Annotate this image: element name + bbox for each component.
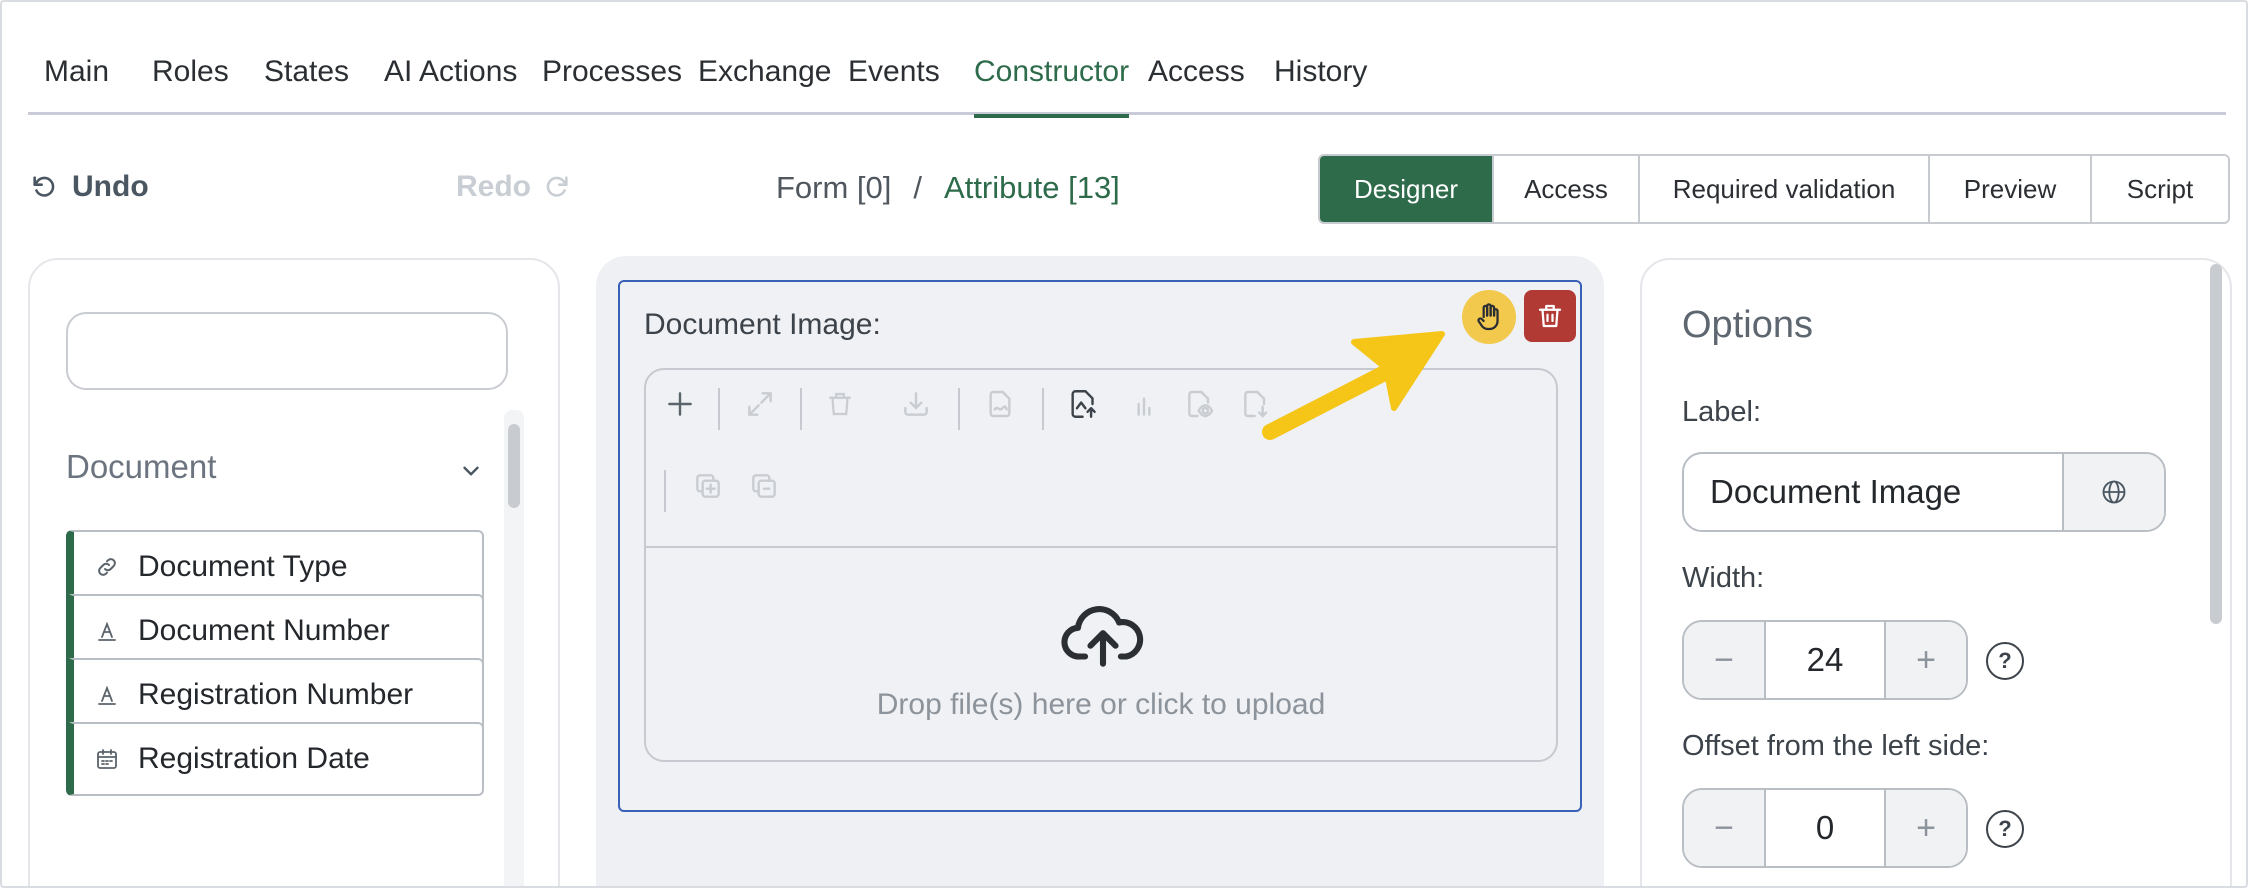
delete-file-icon[interactable]: [820, 384, 860, 424]
globe-icon: [2102, 480, 2126, 504]
width-caption: Width:: [1682, 562, 1765, 594]
mode-required-validation-button[interactable]: Required validation: [1640, 156, 1930, 222]
link-icon: [92, 552, 122, 582]
chevron-down-icon[interactable]: [458, 458, 484, 484]
components-search-input[interactable]: [66, 312, 508, 390]
expand-icon[interactable]: [740, 384, 780, 424]
text-icon: [92, 616, 122, 646]
width-stepper: − 24 +: [1682, 620, 1968, 700]
tab-states[interactable]: States: [264, 52, 349, 115]
mode-access-button[interactable]: Access: [1494, 156, 1640, 222]
drop-instructions: Drop file(s) here or click to upload: [876, 688, 1326, 721]
window: Main Roles States AI Actions Processes E…: [0, 0, 2248, 888]
offset-stepper: − 0 +: [1682, 788, 1968, 868]
tab-constructor[interactable]: Constructor: [974, 52, 1130, 118]
copy-link-icon[interactable]: [744, 466, 784, 506]
offset-input[interactable]: 0: [1764, 790, 1886, 866]
mode-preview-button[interactable]: Preview: [1930, 156, 2092, 222]
options-scrollbar-thumb[interactable]: [2210, 264, 2222, 624]
field-item-label: Registration Number: [138, 678, 414, 711]
field-item-document-number[interactable]: Document Number: [66, 594, 484, 668]
breadcrumb-separator: /: [913, 170, 923, 205]
tab-processes[interactable]: Processes: [542, 52, 682, 115]
label-caption: Label:: [1682, 396, 1762, 428]
rotate-icon[interactable]: [1124, 384, 1164, 424]
field-item-label: Document Type: [138, 550, 348, 583]
toolbar-separator: [800, 388, 802, 430]
breadcrumb: Form [0] / Attribute [13]: [776, 170, 1120, 206]
hand-icon: [1477, 303, 1499, 331]
widget-label: Document Image:: [644, 308, 881, 341]
field-item-label: Registration Date: [138, 742, 370, 775]
offset-caption: Offset from the left side:: [1682, 730, 1990, 762]
toolbar-separator: [664, 470, 666, 512]
cloud-upload-icon: [1061, 606, 1144, 667]
components-panel: Document Document Type Document Number R…: [28, 258, 560, 886]
breadcrumb-attribute[interactable]: Attribute [13]: [944, 170, 1120, 205]
tab-history[interactable]: History: [1274, 52, 1367, 115]
download-image-icon[interactable]: [1236, 384, 1276, 424]
undo-label: Undo: [72, 170, 149, 203]
sign-icon[interactable]: [980, 384, 1020, 424]
label-input[interactable]: Document Image: [1684, 454, 2062, 530]
copy-add-icon[interactable]: [688, 466, 728, 506]
breadcrumb-form[interactable]: Form [0]: [776, 170, 891, 205]
field-item-document-type[interactable]: Document Type: [66, 530, 484, 604]
tab-ai-actions[interactable]: AI Actions: [384, 52, 517, 115]
tab-roles[interactable]: Roles: [152, 52, 229, 115]
field-item-registration-date[interactable]: Registration Date: [66, 722, 484, 796]
tab-main[interactable]: Main: [44, 52, 109, 115]
trash-icon: [1538, 304, 1562, 328]
file-uploader: Drop file(s) here or click to upload: [644, 368, 1558, 762]
upload-drop-zone[interactable]: Drop file(s) here or click to upload: [646, 550, 1556, 762]
drag-handle-button[interactable]: [1462, 290, 1516, 344]
toolbar-separator: [958, 388, 960, 430]
field-item-registration-number[interactable]: Registration Number: [66, 658, 484, 732]
toolbar-separator: [718, 388, 720, 430]
offset-help-icon[interactable]: ?: [1986, 810, 2024, 848]
components-scrollbar-thumb[interactable]: [508, 424, 520, 508]
redo-label: Redo: [456, 170, 531, 203]
download-icon[interactable]: [896, 384, 936, 424]
upload-image-icon[interactable]: [1064, 384, 1104, 424]
width-decrement-button[interactable]: −: [1684, 622, 1764, 698]
tab-events[interactable]: Events: [848, 52, 940, 115]
options-panel: Options Label: Document Image Width: − 2…: [1640, 258, 2232, 886]
main-tabs: Main Roles States AI Actions Processes E…: [28, 2, 2226, 118]
width-increment-button[interactable]: +: [1886, 622, 1966, 698]
translate-button[interactable]: [2062, 454, 2164, 530]
mode-switcher: Designer Access Required validation Prev…: [1318, 154, 2230, 224]
options-title: Options: [1682, 304, 1813, 346]
width-help-icon[interactable]: ?: [1986, 642, 2024, 680]
offset-increment-button[interactable]: +: [1886, 790, 1966, 866]
document-image-widget[interactable]: Document Image: Drop file(s) here or cli…: [618, 280, 1582, 812]
undo-button[interactable]: Undo: [30, 170, 149, 204]
mode-designer-button[interactable]: Designer: [1320, 156, 1494, 222]
calendar-icon: [92, 744, 122, 774]
redo-icon: [546, 176, 568, 197]
undo-icon: [33, 176, 55, 197]
view-icon[interactable]: [1180, 384, 1220, 424]
label-field: Document Image: [1682, 452, 2166, 532]
width-input[interactable]: 24: [1764, 622, 1886, 698]
text-icon: [92, 680, 122, 710]
redo-button[interactable]: Redo: [456, 170, 571, 204]
delete-widget-button[interactable]: [1524, 290, 1576, 342]
offset-decrement-button[interactable]: −: [1684, 790, 1764, 866]
tab-exchange[interactable]: Exchange: [698, 52, 831, 115]
field-item-label: Document Number: [138, 614, 390, 647]
toolbar-separator: [1042, 388, 1044, 430]
add-icon[interactable]: [660, 384, 700, 424]
uploader-toolbar: [646, 370, 1556, 548]
group-title-document[interactable]: Document: [66, 448, 216, 486]
mode-script-button[interactable]: Script: [2092, 156, 2228, 222]
tab-access[interactable]: Access: [1148, 52, 1245, 115]
